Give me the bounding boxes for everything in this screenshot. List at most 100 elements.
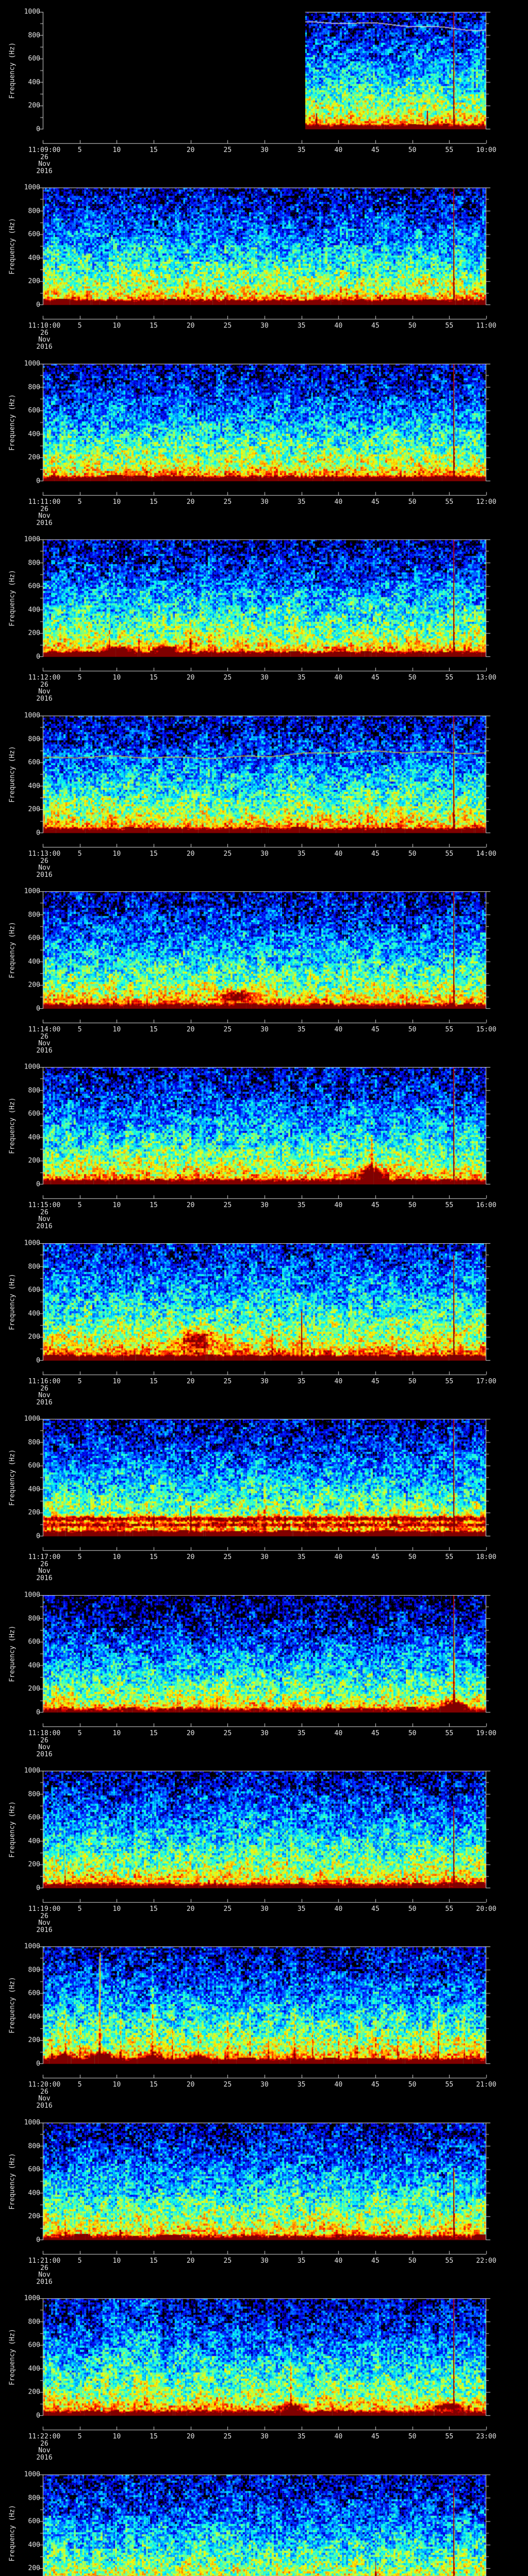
freq-tick-label: 200 [28, 981, 40, 989]
minute-tick-label: 50 [408, 1553, 417, 1561]
freq-tick-label: 400 [28, 1662, 40, 1670]
minute-tick-label: 45 [371, 1378, 380, 1385]
panel-start-time: 11:10:00 [28, 322, 61, 330]
minute-tick-label: 45 [371, 1201, 380, 1209]
freq-tick-label: 1000 [24, 535, 40, 544]
minute-tick-label: 5 [77, 498, 82, 506]
minute-tick-label: 10 [112, 2257, 121, 2265]
minute-tick-label: 45 [371, 850, 380, 858]
freq-tick-label: 600 [28, 2341, 40, 2349]
freq-tick-label: 0 [36, 1180, 40, 1189]
freq-tick-label: 200 [28, 629, 40, 637]
minute-tick-label: 30 [260, 1201, 269, 1209]
date-label: Nov [38, 688, 51, 696]
freq-tick-label: 600 [28, 230, 40, 239]
date-label: Nov [38, 2095, 51, 2103]
panel-end-time: 20:00 [476, 1905, 497, 1913]
panel-end-time: 11:00 [476, 322, 497, 330]
freq-tick-label: 600 [28, 582, 40, 590]
freq-tick-label: 800 [28, 1438, 40, 1447]
panel-end-time: 10:00 [476, 146, 497, 154]
minute-tick-label: 15 [150, 674, 158, 682]
date-label: Nov [38, 1392, 51, 1399]
freq-tick-label: 800 [28, 735, 40, 743]
minute-tick-label: 20 [186, 1553, 195, 1561]
panel-end-time: 23:00 [476, 2433, 497, 2441]
spectrogram-canvas-16 [0, 1243, 528, 1419]
date-label: 2016 [36, 694, 53, 703]
date-label: Nov [38, 2447, 51, 2454]
minute-tick-label: 15 [150, 2257, 158, 2265]
minute-tick-label: 15 [150, 1378, 158, 1385]
freq-tick-label: 600 [28, 1814, 40, 1822]
minute-tick-label: 20 [186, 1201, 195, 1209]
date-label: 26 [40, 1736, 48, 1744]
freq-tick-label: 800 [28, 2494, 40, 2502]
minute-tick-label: 15 [150, 1730, 158, 1737]
freq-tick-label: 200 [28, 1860, 40, 1869]
freq-tick-label: 200 [28, 2564, 40, 2572]
freq-tick-label: 1000 [24, 1063, 40, 1071]
y-axis-title: Frequency (Hz) [8, 2153, 16, 2210]
minute-tick-label: 10 [112, 850, 121, 858]
panel-end-time: 22:00 [476, 2257, 497, 2265]
minute-tick-label: 35 [297, 850, 306, 858]
minute-tick-label: 5 [77, 2433, 82, 2441]
minute-tick-label: 40 [334, 146, 343, 154]
minute-tick-label: 40 [334, 2081, 343, 2089]
minute-tick-label: 50 [408, 146, 417, 154]
freq-tick-label: 600 [28, 1638, 40, 1646]
minute-tick-label: 10 [112, 146, 121, 154]
spectrogram-panel-23: Frequency (Hz)10008006004002000510152025… [0, 2471, 528, 2576]
freq-tick-label: 0 [36, 477, 40, 485]
panel-start-time: 11:21:00 [28, 2257, 61, 2265]
date-label: 2016 [36, 1926, 53, 1934]
minute-tick-label: 35 [297, 1378, 306, 1385]
freq-tick-label: 0 [36, 1005, 40, 1013]
y-axis-title: Frequency (Hz) [8, 922, 16, 978]
minute-tick-label: 5 [77, 2257, 82, 2265]
spectrogram-stack: Frequency (Hz) 1000 800 600 400 200 0 5 10 15 20 25… [0, 0, 528, 2576]
freq-tick-label: 0 [36, 2412, 40, 2420]
minute-tick-label: 40 [334, 850, 343, 858]
freq-tick-label: 200 [28, 277, 40, 285]
date-label: 26 [40, 857, 48, 865]
freq-tick-label: 0 [36, 125, 40, 133]
minute-tick-label: 55 [445, 1201, 454, 1209]
minute-tick-label: 25 [223, 1378, 232, 1385]
date-label: Nov [38, 336, 51, 344]
minute-tick-label: 40 [334, 498, 343, 506]
spectrogram-canvas-19 [0, 1771, 528, 1946]
minute-tick-label: 15 [150, 1026, 158, 1033]
spectrogram-canvas-12 [0, 539, 528, 715]
freq-tick-label: 200 [28, 2036, 40, 2044]
date-label: 2016 [36, 2278, 53, 2286]
freq-tick-label: 600 [28, 55, 40, 63]
freq-tick-label: 400 [28, 2365, 40, 2373]
spectrogram-panel-16: Frequency (Hz) 1000 800 600 400 200 0 5 10 15 20 25… [0, 1240, 528, 1419]
minute-tick-label: 20 [186, 1730, 195, 1737]
y-axis-title: Frequency (Hz) [8, 570, 16, 626]
panel-start-time: 11:14:00 [28, 1026, 61, 1033]
minute-tick-label: 30 [260, 1730, 269, 1737]
freq-tick-label: 200 [28, 1333, 40, 1341]
minute-tick-label: 20 [186, 2433, 195, 2441]
minute-tick-label: 55 [445, 1730, 454, 1737]
minute-tick-label: 30 [260, 498, 269, 506]
freq-tick-label: 200 [28, 2388, 40, 2396]
date-label: 2016 [36, 2102, 53, 2110]
minute-tick-label: 50 [408, 2257, 417, 2265]
date-label: 2016 [36, 519, 53, 527]
freq-tick-label: 0 [36, 301, 40, 309]
minute-tick-label: 25 [223, 1026, 232, 1033]
minute-tick-label: 50 [408, 498, 417, 506]
panel-start-time: 11:16:00 [28, 1378, 61, 1385]
minute-tick-label: 10 [112, 498, 121, 506]
date-label: Nov [38, 1567, 51, 1575]
spectrogram-canvas-10 [0, 188, 528, 363]
minute-tick-label: 30 [260, 2433, 269, 2441]
date-label: 26 [40, 1912, 48, 1920]
minute-tick-label: 25 [223, 322, 232, 330]
spectrogram-panel-21: Frequency (Hz) 1000 800 600 400 200 0 5 10 15 20 25… [0, 2120, 528, 2298]
freq-tick-label: 800 [28, 2142, 40, 2150]
